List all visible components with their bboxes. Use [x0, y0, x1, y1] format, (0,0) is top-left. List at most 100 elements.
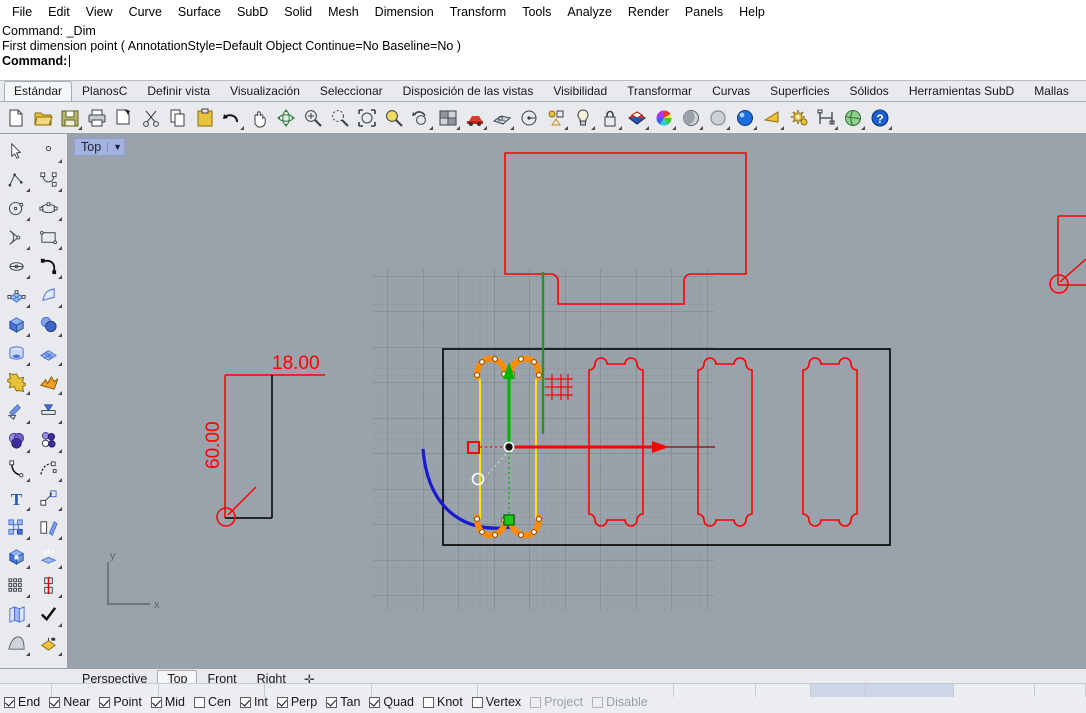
copy-icon[interactable] — [165, 105, 191, 131]
toolbar-tab-herramientas-subd[interactable]: Herramientas SubD — [899, 81, 1024, 101]
checkbox-icon[interactable] — [326, 696, 338, 708]
checkbox-icon[interactable] — [49, 696, 61, 708]
extrude-surface-icon[interactable] — [32, 542, 64, 571]
loft-surface-icon[interactable] — [32, 281, 64, 310]
flyout-arrow-icon[interactable] — [58, 507, 62, 511]
flyout-arrow-icon[interactable] — [58, 623, 62, 627]
object-properties-icon[interactable] — [543, 105, 569, 131]
flyout-arrow-icon[interactable] — [58, 188, 62, 192]
checkbox-icon[interactable] — [276, 696, 288, 708]
checkbox-icon[interactable] — [239, 696, 251, 708]
toolbar-tab-planosc[interactable]: PlanosC — [72, 81, 137, 101]
zoom-selected-icon[interactable] — [381, 105, 407, 131]
flyout-arrow-icon[interactable] — [58, 333, 62, 337]
point-object-icon[interactable] — [32, 136, 64, 165]
check-select-icon[interactable] — [32, 600, 64, 629]
flyout-arrow-icon[interactable] — [753, 125, 757, 130]
pan-hand-icon[interactable] — [246, 105, 272, 131]
checkbox-icon[interactable] — [423, 696, 434, 708]
toolbar-tab-definir-vista[interactable]: Definir vista — [137, 81, 220, 101]
array-icon[interactable] — [0, 571, 32, 600]
flyout-arrow-icon[interactable] — [26, 507, 30, 511]
status-bar-segment[interactable] — [866, 684, 955, 697]
menu-item-transform[interactable]: Transform — [442, 3, 515, 21]
shaded-sphere-icon[interactable] — [678, 105, 704, 131]
flyout-arrow-icon[interactable] — [26, 536, 30, 540]
subd-star-icon[interactable] — [0, 368, 32, 397]
status-bar-segment[interactable] — [0, 684, 53, 697]
arc-icon[interactable] — [0, 223, 32, 252]
menu-item-surface[interactable]: Surface — [170, 3, 229, 21]
open-folder-icon[interactable] — [30, 105, 56, 131]
toolbar-tab-visualizaci-n[interactable]: Visualización — [220, 81, 310, 101]
status-bar-segment[interactable] — [954, 684, 1036, 697]
osnap-perp[interactable]: Perp — [276, 695, 317, 709]
menu-item-subd[interactable]: SubD — [229, 3, 276, 21]
viewport-layout-icon[interactable] — [435, 105, 461, 131]
menu-item-tools[interactable]: Tools — [514, 3, 559, 21]
boolean-difference-icon[interactable] — [32, 426, 64, 455]
flyout-arrow-icon[interactable] — [78, 125, 82, 130]
flyout-arrow-icon[interactable] — [26, 391, 30, 395]
menu-item-render[interactable]: Render — [620, 3, 677, 21]
options-gears-icon[interactable] — [786, 105, 812, 131]
flyout-arrow-icon[interactable] — [58, 565, 62, 569]
status-bar-segment[interactable] — [265, 684, 372, 697]
flyout-arrow-icon[interactable] — [58, 594, 62, 598]
flyout-arrow-icon[interactable] — [58, 536, 62, 540]
osnap-knot[interactable]: Knot — [423, 695, 463, 709]
lock-icon[interactable] — [597, 105, 623, 131]
flyout-arrow-icon[interactable] — [564, 125, 568, 130]
print-icon[interactable] — [84, 105, 110, 131]
dimension-annotation-right-partial[interactable] — [1049, 215, 1086, 294]
osnap-end[interactable]: End — [4, 695, 40, 709]
rendered-sphere-icon[interactable] — [732, 105, 758, 131]
flyout-arrow-icon[interactable] — [699, 125, 703, 130]
osnap-tan[interactable]: Tan — [326, 695, 360, 709]
flyout-arrow-icon[interactable] — [591, 125, 595, 130]
extrude-solid-icon[interactable] — [0, 542, 32, 571]
top-viewport[interactable]: Top ▼ y x 18.00 60.00 — [68, 134, 1086, 668]
osnap-point[interactable]: Point — [99, 695, 142, 709]
status-bar-segment[interactable] — [52, 684, 159, 697]
flyout-arrow-icon[interactable] — [58, 246, 62, 250]
flyout-arrow-icon[interactable] — [834, 125, 838, 130]
polyline-icon[interactable] — [0, 165, 32, 194]
camera-cone-icon[interactable] — [759, 105, 785, 131]
flyout-arrow-icon[interactable] — [26, 333, 30, 337]
circle-icon[interactable] — [0, 194, 32, 223]
flyout-arrow-icon[interactable] — [861, 125, 865, 130]
blend-curve-icon[interactable] — [32, 455, 64, 484]
flyout-arrow-icon[interactable] — [26, 362, 30, 366]
save-icon[interactable] — [57, 105, 83, 131]
flyout-arrow-icon[interactable] — [618, 125, 622, 130]
menu-item-solid[interactable]: Solid — [276, 3, 320, 21]
chevron-down-icon[interactable]: ▼ — [107, 142, 122, 152]
toolbar-tab-s-lidos[interactable]: Sólidos — [839, 81, 898, 101]
status-bar-segment[interactable] — [674, 684, 757, 697]
cylinder-icon[interactable] — [0, 339, 32, 368]
flyout-arrow-icon[interactable] — [58, 362, 62, 366]
osnap-mid[interactable]: Mid — [150, 695, 185, 709]
select-arrow-icon[interactable] — [0, 136, 32, 165]
boolean-union-icon[interactable] — [0, 426, 32, 455]
checkbox-icon[interactable] — [369, 696, 381, 708]
flyout-arrow-icon[interactable] — [888, 125, 892, 130]
flyout-arrow-icon[interactable] — [58, 275, 62, 279]
flyout-arrow-icon[interactable] — [780, 125, 784, 130]
flyout-arrow-icon[interactable] — [26, 420, 30, 424]
flyout-arrow-icon[interactable] — [58, 449, 62, 453]
flyout-arrow-icon[interactable] — [58, 420, 62, 424]
surface-from-points-icon[interactable] — [0, 281, 32, 310]
mesh-icon[interactable] — [32, 339, 64, 368]
drape-icon[interactable] — [0, 629, 32, 658]
menu-item-curve[interactable]: Curve — [121, 3, 170, 21]
flyout-arrow-icon[interactable] — [26, 565, 30, 569]
menu-item-dimension[interactable]: Dimension — [367, 3, 442, 21]
render-car-icon[interactable] — [462, 105, 488, 131]
box-solid-icon[interactable] — [0, 310, 32, 339]
menu-item-analyze[interactable]: Analyze — [559, 3, 619, 21]
flyout-arrow-icon[interactable] — [58, 478, 62, 482]
status-bar-segment[interactable] — [159, 684, 266, 697]
trim-icon[interactable] — [0, 397, 32, 426]
